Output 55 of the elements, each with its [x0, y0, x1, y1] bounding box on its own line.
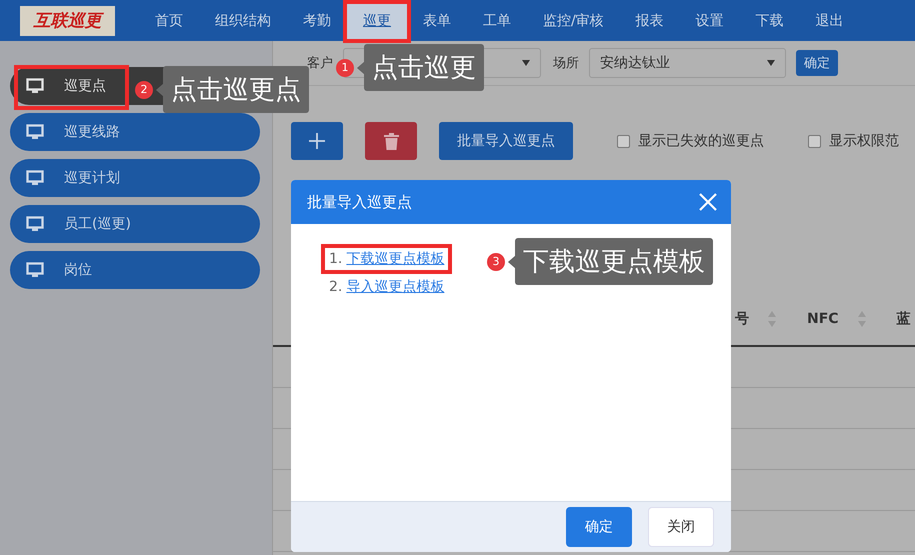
logo: 互联巡更 [20, 6, 115, 36]
nav-tab[interactable]: 下载 [740, 0, 800, 41]
sidebar-item-label: 员工(巡更) [64, 215, 131, 233]
site-label: 场所 [553, 55, 579, 72]
sidebar-item[interactable]: 巡更计划 [10, 159, 260, 197]
callout-pointer [508, 254, 516, 268]
callout-pointer [156, 82, 164, 96]
template-link[interactable]: 导入巡更点模板 [346, 278, 444, 296]
confirm-button[interactable]: 确定 [566, 507, 632, 547]
step-number: 1. [329, 251, 342, 267]
checkbox-label: 显示权限范 [829, 132, 899, 150]
sidebar-item[interactable]: 巡更线路 [10, 113, 260, 151]
trash-icon [384, 132, 398, 150]
sidebar-item-label: 巡更点 [64, 77, 106, 95]
monitor-icon [26, 216, 44, 232]
confirm-button[interactable]: 确定 [796, 50, 838, 76]
close-button[interactable]: 关闭 [648, 507, 714, 547]
callout-pointer [357, 60, 365, 74]
nav-tab[interactable]: 监控/审核 [527, 0, 620, 41]
monitor-icon [26, 78, 44, 94]
import-button[interactable]: 批量导入巡更点 [439, 122, 573, 160]
column-header: 号 [735, 310, 749, 328]
checkbox-label: 显示已失效的巡更点 [638, 132, 764, 150]
nav-tab[interactable]: 工单 [467, 0, 527, 41]
checkbox[interactable] [808, 134, 821, 148]
nav-tab[interactable]: 组织结构 [199, 0, 287, 41]
nav-tab[interactable]: 设置 [680, 0, 740, 41]
site-select[interactable]: 安纳达钛业 [589, 48, 786, 78]
plus-icon [309, 132, 325, 150]
monitor-icon [26, 124, 44, 140]
step-number: 2. [329, 279, 342, 295]
monitor-icon [26, 170, 44, 186]
delete-button[interactable] [365, 122, 417, 160]
nav-tab[interactable]: 报表 [620, 0, 680, 41]
sidebar-item-label: 巡更线路 [64, 123, 120, 141]
caret-icon [522, 60, 530, 66]
column-header: NFC [807, 311, 839, 327]
customer-label: 客户 [307, 55, 333, 72]
nav-tab[interactable]: 首页 [139, 0, 199, 41]
sidebar-item-label: 岗位 [64, 261, 92, 279]
sidebar-item[interactable]: 员工(巡更) [10, 205, 260, 243]
checkbox[interactable] [617, 134, 630, 148]
monitor-icon [26, 262, 44, 278]
nav-tab[interactable]: 退出 [800, 0, 860, 41]
sidebar-item-label: 巡更计划 [64, 169, 120, 187]
nav-tab[interactable]: 考勤 [287, 0, 347, 41]
add-button[interactable] [291, 122, 343, 160]
close-icon[interactable] [699, 193, 717, 211]
sidebar-item[interactable]: 岗位 [10, 251, 260, 289]
step-badge: 1 [336, 58, 354, 76]
nav-tab[interactable]: 表单 [407, 0, 467, 41]
caret-icon [767, 60, 775, 66]
dialog-title: 批量导入巡更点 [307, 192, 412, 212]
column-header: 蓝 [896, 310, 911, 328]
template-link[interactable]: 下载巡更点模板 [346, 250, 444, 268]
